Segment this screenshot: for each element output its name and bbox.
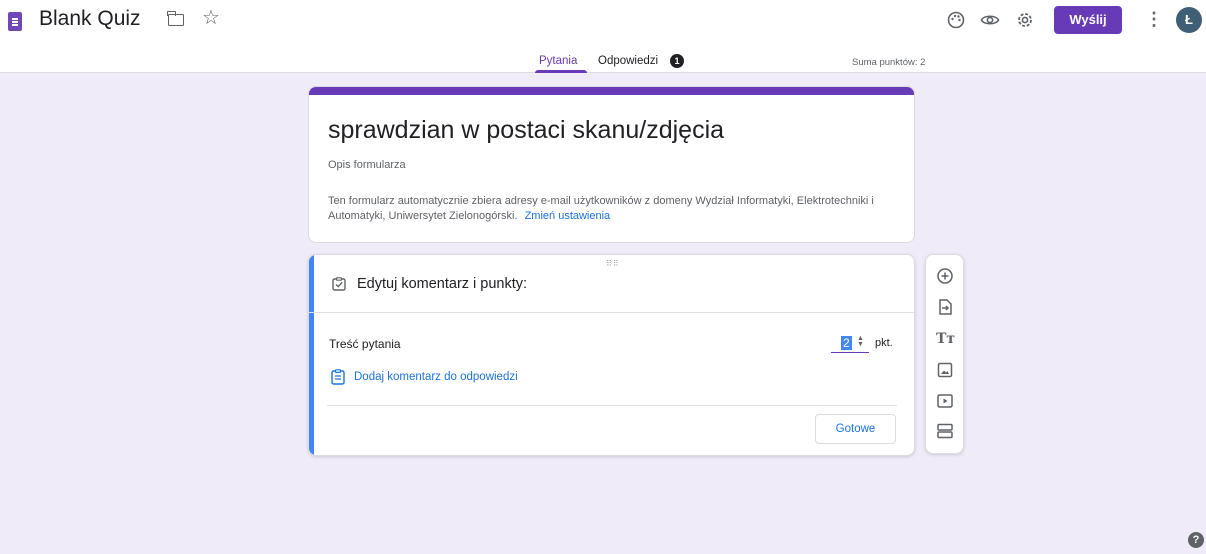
star-icon[interactable]: ☆	[202, 5, 220, 30]
help-icon[interactable]: ?	[1188, 532, 1204, 548]
more-vert-icon[interactable]: ⋮	[1145, 9, 1163, 30]
edit-feedback-heading: Edytuj komentarz i punkty:	[357, 276, 528, 292]
question-card[interactable]: ⠿⠿ Edytuj komentarz i punkty: Treść pyta…	[308, 254, 915, 456]
question-text: Treść pytania	[329, 337, 401, 351]
add-question-icon[interactable]	[936, 267, 954, 285]
points-input[interactable]: 2 ▲ ▼	[831, 334, 869, 353]
form-title[interactable]: sprawdzian w postaci skanu/zdjęcia	[328, 116, 724, 145]
folder-icon[interactable]	[167, 11, 184, 26]
form-doc-title[interactable]: Blank Quiz	[39, 7, 141, 31]
add-video-icon[interactable]	[936, 392, 954, 410]
drag-handle-icon[interactable]: ⠿⠿	[606, 259, 620, 268]
form-description[interactable]: Opis formularza	[328, 159, 406, 171]
done-button[interactable]: Gotowe	[815, 414, 896, 444]
forms-logo-icon[interactable]	[8, 12, 22, 31]
feedback-clipboard-icon[interactable]	[331, 369, 345, 385]
avatar[interactable]: Ł	[1176, 7, 1202, 33]
points-unit-label: pkt.	[875, 337, 893, 349]
tab-responses[interactable]: Odpowiedzi	[598, 55, 658, 67]
preview-eye-icon[interactable]	[980, 10, 1000, 30]
total-points-label: Suma punktów: 2	[852, 57, 926, 68]
palette-icon[interactable]	[946, 10, 966, 30]
add-feedback-link[interactable]: Dodaj komentarz do odpowiedzi	[354, 371, 518, 383]
change-settings-link[interactable]: Zmień ustawienia	[525, 210, 611, 222]
add-section-icon[interactable]	[936, 422, 954, 440]
responses-count-badge: 1	[670, 54, 684, 68]
send-button[interactable]: Wyślij	[1054, 6, 1122, 34]
active-tab-indicator	[535, 70, 587, 73]
settings-gear-icon[interactable]	[1015, 10, 1035, 30]
form-title-card[interactable]: sprawdzian w postaci skanu/zdjęcia Opis …	[308, 86, 915, 243]
answer-key-checkbox-icon	[332, 277, 346, 291]
divider	[327, 405, 897, 406]
points-value[interactable]: 2	[841, 336, 852, 350]
title-card-accent	[309, 87, 914, 95]
active-card-indicator	[309, 255, 314, 455]
floating-toolbar: Tт	[925, 254, 964, 454]
tab-questions[interactable]: Pytania	[539, 55, 577, 67]
points-stepper-icon[interactable]: ▲ ▼	[857, 335, 864, 348]
import-questions-icon[interactable]	[936, 298, 954, 316]
add-image-icon[interactable]	[936, 361, 954, 379]
add-title-text-icon[interactable]: Tт	[936, 331, 955, 349]
divider	[309, 312, 914, 313]
top-bar: Blank Quiz ☆ Wyślij ⋮ Ł Pytania Odpowied…	[0, 0, 1206, 73]
email-collection-note: Ten formularz automatycznie zbiera adres…	[328, 194, 908, 224]
